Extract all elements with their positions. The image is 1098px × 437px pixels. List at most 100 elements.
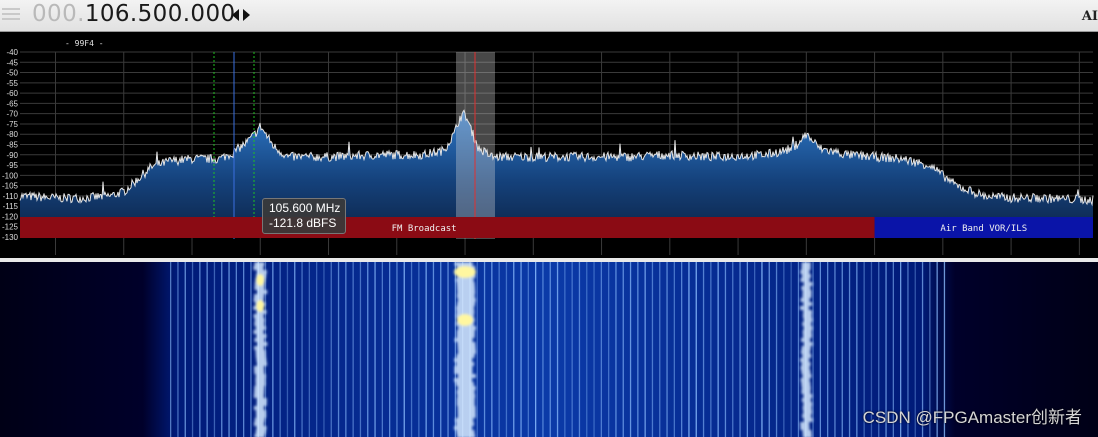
waterfall-carrier-line bbox=[418, 262, 420, 437]
waterfall-signal-segment bbox=[456, 430, 475, 434]
frequency-display[interactable]: 000.106.500.000 bbox=[32, 1, 236, 27]
waterfall-signal-segment bbox=[800, 422, 810, 426]
waterfall-signal-segment bbox=[801, 398, 811, 402]
waterfall-signal-segment bbox=[800, 366, 810, 370]
waterfall-carrier-line bbox=[651, 262, 654, 437]
db-tick-label: -120 bbox=[2, 212, 19, 221]
waterfall-carrier-line bbox=[681, 262, 683, 437]
waterfall-signal-segment bbox=[254, 406, 264, 410]
waterfall-signal-segment bbox=[802, 322, 812, 326]
waterfall-signal-segment bbox=[456, 310, 475, 314]
waterfall-signal-segment bbox=[254, 262, 265, 266]
waterfall-carrier-line bbox=[768, 262, 770, 437]
waterfall-signal-segment bbox=[803, 402, 813, 406]
waterfall-signal-segment bbox=[802, 330, 812, 334]
waterfall-signal-segment bbox=[802, 374, 812, 378]
waterfall-carrier-line bbox=[578, 262, 581, 437]
waterfall-signal-segment bbox=[801, 382, 811, 386]
waterfall-signal-segment bbox=[256, 414, 267, 418]
waterfall-carrier-line bbox=[702, 262, 705, 437]
db-tick-label: -75 bbox=[6, 120, 18, 129]
waterfall-carrier-line bbox=[629, 262, 632, 437]
db-tick-label: -110 bbox=[3, 192, 19, 201]
waterfall-carrier-line bbox=[761, 262, 763, 437]
waterfall-carrier-line bbox=[374, 262, 376, 437]
waterfall-signal-segment bbox=[803, 318, 813, 322]
db-tick-label: -85 bbox=[6, 141, 18, 150]
waterfall-signal-segment bbox=[253, 330, 264, 334]
waterfall-signal-segment bbox=[801, 286, 811, 290]
waterfall-signal-segment bbox=[454, 370, 473, 374]
frequency-leading-digits[interactable]: 000. bbox=[32, 1, 85, 27]
waterfall-carrier-line bbox=[608, 262, 610, 437]
frequency-value[interactable]: 106.500.000 bbox=[85, 1, 236, 27]
waterfall-hot-spot bbox=[454, 266, 477, 278]
db-tick-label: -125 bbox=[2, 223, 19, 232]
waterfall-signal-segment bbox=[454, 426, 473, 430]
cursor-tooltip: 105.600 MHz -121.8 dBFS bbox=[262, 198, 346, 234]
waterfall-carrier-line bbox=[848, 262, 851, 437]
waterfall-signal-segment bbox=[254, 322, 265, 326]
waterfall-carrier-line bbox=[819, 262, 821, 437]
waterfall-signal-segment bbox=[455, 382, 474, 386]
waterfall-hot-spot bbox=[256, 274, 265, 286]
waterfall-signal-segment bbox=[257, 342, 268, 346]
waterfall-signal-segment bbox=[800, 306, 809, 310]
waterfall-hot-spot bbox=[256, 300, 265, 312]
waterfall-carrier-line bbox=[593, 262, 595, 437]
waterfall-carrier-line bbox=[294, 262, 296, 437]
waterfall-carrier-line bbox=[483, 262, 486, 437]
spectrum-plot[interactable]: -40-45 -50-55-60-65 -70-75-80 -85-90-95-100… bbox=[0, 32, 1098, 258]
marker-label: - 99F4 - bbox=[65, 39, 104, 48]
waterfall-signal-segment bbox=[803, 410, 813, 414]
waterfall-carrier-line bbox=[396, 262, 398, 437]
waterfall-carrier-line bbox=[556, 262, 559, 437]
waterfall-carrier-line bbox=[213, 262, 216, 437]
frequency-toolbar: 000.106.500.000 AI bbox=[0, 0, 1098, 32]
waterfall-signal-segment bbox=[803, 310, 813, 314]
waterfall-signal-segment bbox=[803, 342, 813, 346]
waterfall-signal-segment bbox=[457, 414, 476, 418]
waterfall-carrier-line bbox=[841, 262, 843, 437]
waterfall-signal-segment bbox=[256, 334, 267, 338]
waterfall-signal-segment bbox=[253, 394, 264, 398]
waterfall-carrier-line bbox=[170, 262, 172, 437]
waterfall-signal-segment bbox=[255, 350, 266, 354]
db-tick-label: -50 bbox=[6, 69, 18, 78]
waterfall-signal-segment bbox=[801, 390, 811, 394]
waterfall-carrier-line bbox=[352, 262, 354, 437]
waterfall-signal-segment bbox=[256, 270, 267, 274]
waterfall-signal-segment bbox=[254, 346, 265, 350]
waterfall-signal-segment bbox=[800, 378, 810, 382]
waterfall-signal-segment bbox=[256, 398, 267, 402]
waterfall-signal-segment bbox=[456, 306, 474, 310]
frequency-step-arrows-icon[interactable] bbox=[231, 5, 251, 25]
waterfall-carrier-line bbox=[301, 262, 303, 437]
waterfall-signal-segment bbox=[802, 314, 812, 318]
waterfall-signal-segment bbox=[456, 354, 475, 358]
waterfall-carrier-line bbox=[447, 262, 449, 437]
waterfall-carrier-line bbox=[206, 262, 208, 437]
waterfall-carrier-line bbox=[622, 262, 624, 437]
waterfall-signal-segment bbox=[803, 326, 813, 330]
waterfall-carrier-line bbox=[644, 262, 646, 437]
fft-spectrum-panel[interactable]: -40 -45 -50 -55 -60 -65 -70 -75 -80 -85 -90 -95 -100… bbox=[0, 32, 1098, 258]
menu-grip-icon[interactable] bbox=[2, 5, 22, 25]
waterfall-carrier-line bbox=[615, 262, 617, 437]
waterfall-carrier-line bbox=[243, 262, 245, 437]
waterfall-carrier-line bbox=[221, 262, 223, 437]
waterfall-carrier-line bbox=[199, 262, 201, 437]
waterfall-signal-segment bbox=[801, 262, 811, 266]
waterfall-signal-segment bbox=[802, 290, 812, 294]
waterfall-carrier-line bbox=[381, 262, 383, 437]
waterfall-signal-segment bbox=[255, 374, 266, 378]
waterfall-signal-segment bbox=[254, 318, 265, 322]
waterfall-carrier-line bbox=[505, 262, 508, 437]
waterfall-carrier-line bbox=[549, 262, 551, 437]
waterfall-signal-segment bbox=[256, 410, 266, 414]
waterfall-signal-segment bbox=[255, 378, 266, 382]
waterfall-carrier-line bbox=[535, 262, 537, 437]
waterfall-carrier-line bbox=[637, 262, 639, 437]
watermark: CSDN @FPGAmaster创新者 bbox=[862, 408, 1082, 427]
waterfall-signal-segment bbox=[256, 362, 267, 366]
